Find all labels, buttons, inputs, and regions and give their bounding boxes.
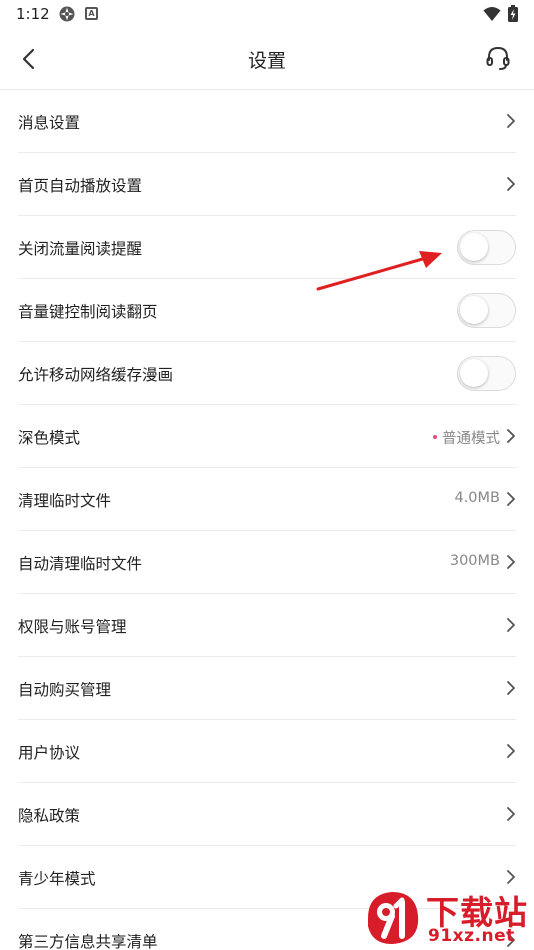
- settings-row-label: 首页自动播放设置: [18, 177, 143, 195]
- settings-row-label: 清理临时文件: [18, 492, 112, 510]
- settings-row[interactable]: 允许移动网络缓存漫画: [18, 342, 516, 405]
- watermark-logo-icon: [368, 892, 419, 944]
- chevron-right-icon: [507, 681, 515, 695]
- settings-row[interactable]: 权限与账号管理: [18, 594, 516, 657]
- settings-row-label: 自动清理临时文件: [18, 555, 143, 573]
- toggle-knob: [460, 296, 488, 324]
- settings-row[interactable]: 用户协议: [18, 720, 516, 783]
- settings-row-label: 消息设置: [18, 114, 81, 132]
- settings-row[interactable]: 关闭流量阅读提醒: [18, 216, 516, 279]
- indicator-dot: [433, 435, 437, 439]
- headset-icon[interactable]: [484, 44, 512, 72]
- settings-row-label: 自动购买管理: [18, 681, 112, 699]
- chevron-right-icon: [507, 429, 515, 443]
- settings-row[interactable]: 消息设置: [18, 90, 516, 153]
- settings-list: 消息设置 首页自动播放设置 关闭流量阅读提醒 音量键控制阅读翻页 允许移动网络缓存漫画深…: [0, 90, 534, 950]
- chevron-right-icon: [507, 555, 515, 569]
- toggle-switch[interactable]: [457, 230, 516, 265]
- chevron-right-icon: [507, 114, 515, 128]
- wifi-icon: [483, 7, 501, 21]
- watermark-url: 91xz.net: [428, 926, 515, 946]
- toggle-switch[interactable]: [457, 356, 516, 391]
- toggle-knob: [460, 359, 488, 387]
- settings-row[interactable]: 自动购买管理: [18, 657, 516, 720]
- settings-value-text: 4.0MB: [454, 490, 500, 506]
- settings-value-text: 普通模式: [442, 431, 500, 447]
- nav-bar: 设置: [0, 28, 534, 90]
- settings-row-label: 深色模式: [18, 429, 81, 447]
- battery-charging-icon: [508, 5, 518, 22]
- settings-row-value: 4.0MB: [454, 490, 500, 506]
- settings-row-label: 青少年模式: [18, 870, 96, 888]
- toggle-switch[interactable]: [457, 293, 516, 328]
- settings-row-value: 普通模式: [433, 427, 500, 448]
- a-notification-icon: A: [85, 7, 98, 20]
- chevron-right-icon: [507, 744, 515, 758]
- chevron-right-icon: [507, 807, 515, 821]
- settings-row[interactable]: 深色模式 普通模式: [18, 405, 516, 468]
- chevron-right-icon: [507, 618, 515, 632]
- toggle-knob: [460, 233, 488, 261]
- settings-row-label: 关闭流量阅读提醒: [18, 240, 143, 258]
- settings-value-text: 300MB: [449, 553, 500, 569]
- chevron-right-icon: [507, 177, 515, 191]
- chevron-right-icon: [507, 492, 515, 506]
- settings-row-label: 第三方信息共享清单: [18, 933, 158, 950]
- settings-row-label: 权限与账号管理: [18, 618, 127, 636]
- settings-row[interactable]: 隐私政策: [18, 783, 516, 846]
- settings-row-label: 允许移动网络缓存漫画: [18, 366, 174, 384]
- settings-row-label: 音量键控制阅读翻页: [18, 303, 158, 321]
- chevron-right-icon: [507, 870, 515, 884]
- settings-row[interactable]: 音量键控制阅读翻页: [18, 279, 516, 342]
- status-time: 1:12: [16, 5, 50, 23]
- settings-row[interactable]: 首页自动播放设置: [18, 153, 516, 216]
- settings-row[interactable]: 自动清理临时文件 300MB: [18, 531, 516, 594]
- app-notification-icon: [59, 6, 75, 22]
- settings-row[interactable]: 清理临时文件 4.0MB: [18, 468, 516, 531]
- watermark: 下载站 91xz.net: [362, 884, 534, 950]
- settings-row-value: 300MB: [450, 553, 500, 569]
- settings-row-label: 隐私政策: [18, 807, 81, 825]
- status-bar: 1:12 A: [0, 0, 534, 28]
- page-title: 设置: [247, 50, 286, 72]
- settings-row-label: 用户协议: [18, 744, 81, 762]
